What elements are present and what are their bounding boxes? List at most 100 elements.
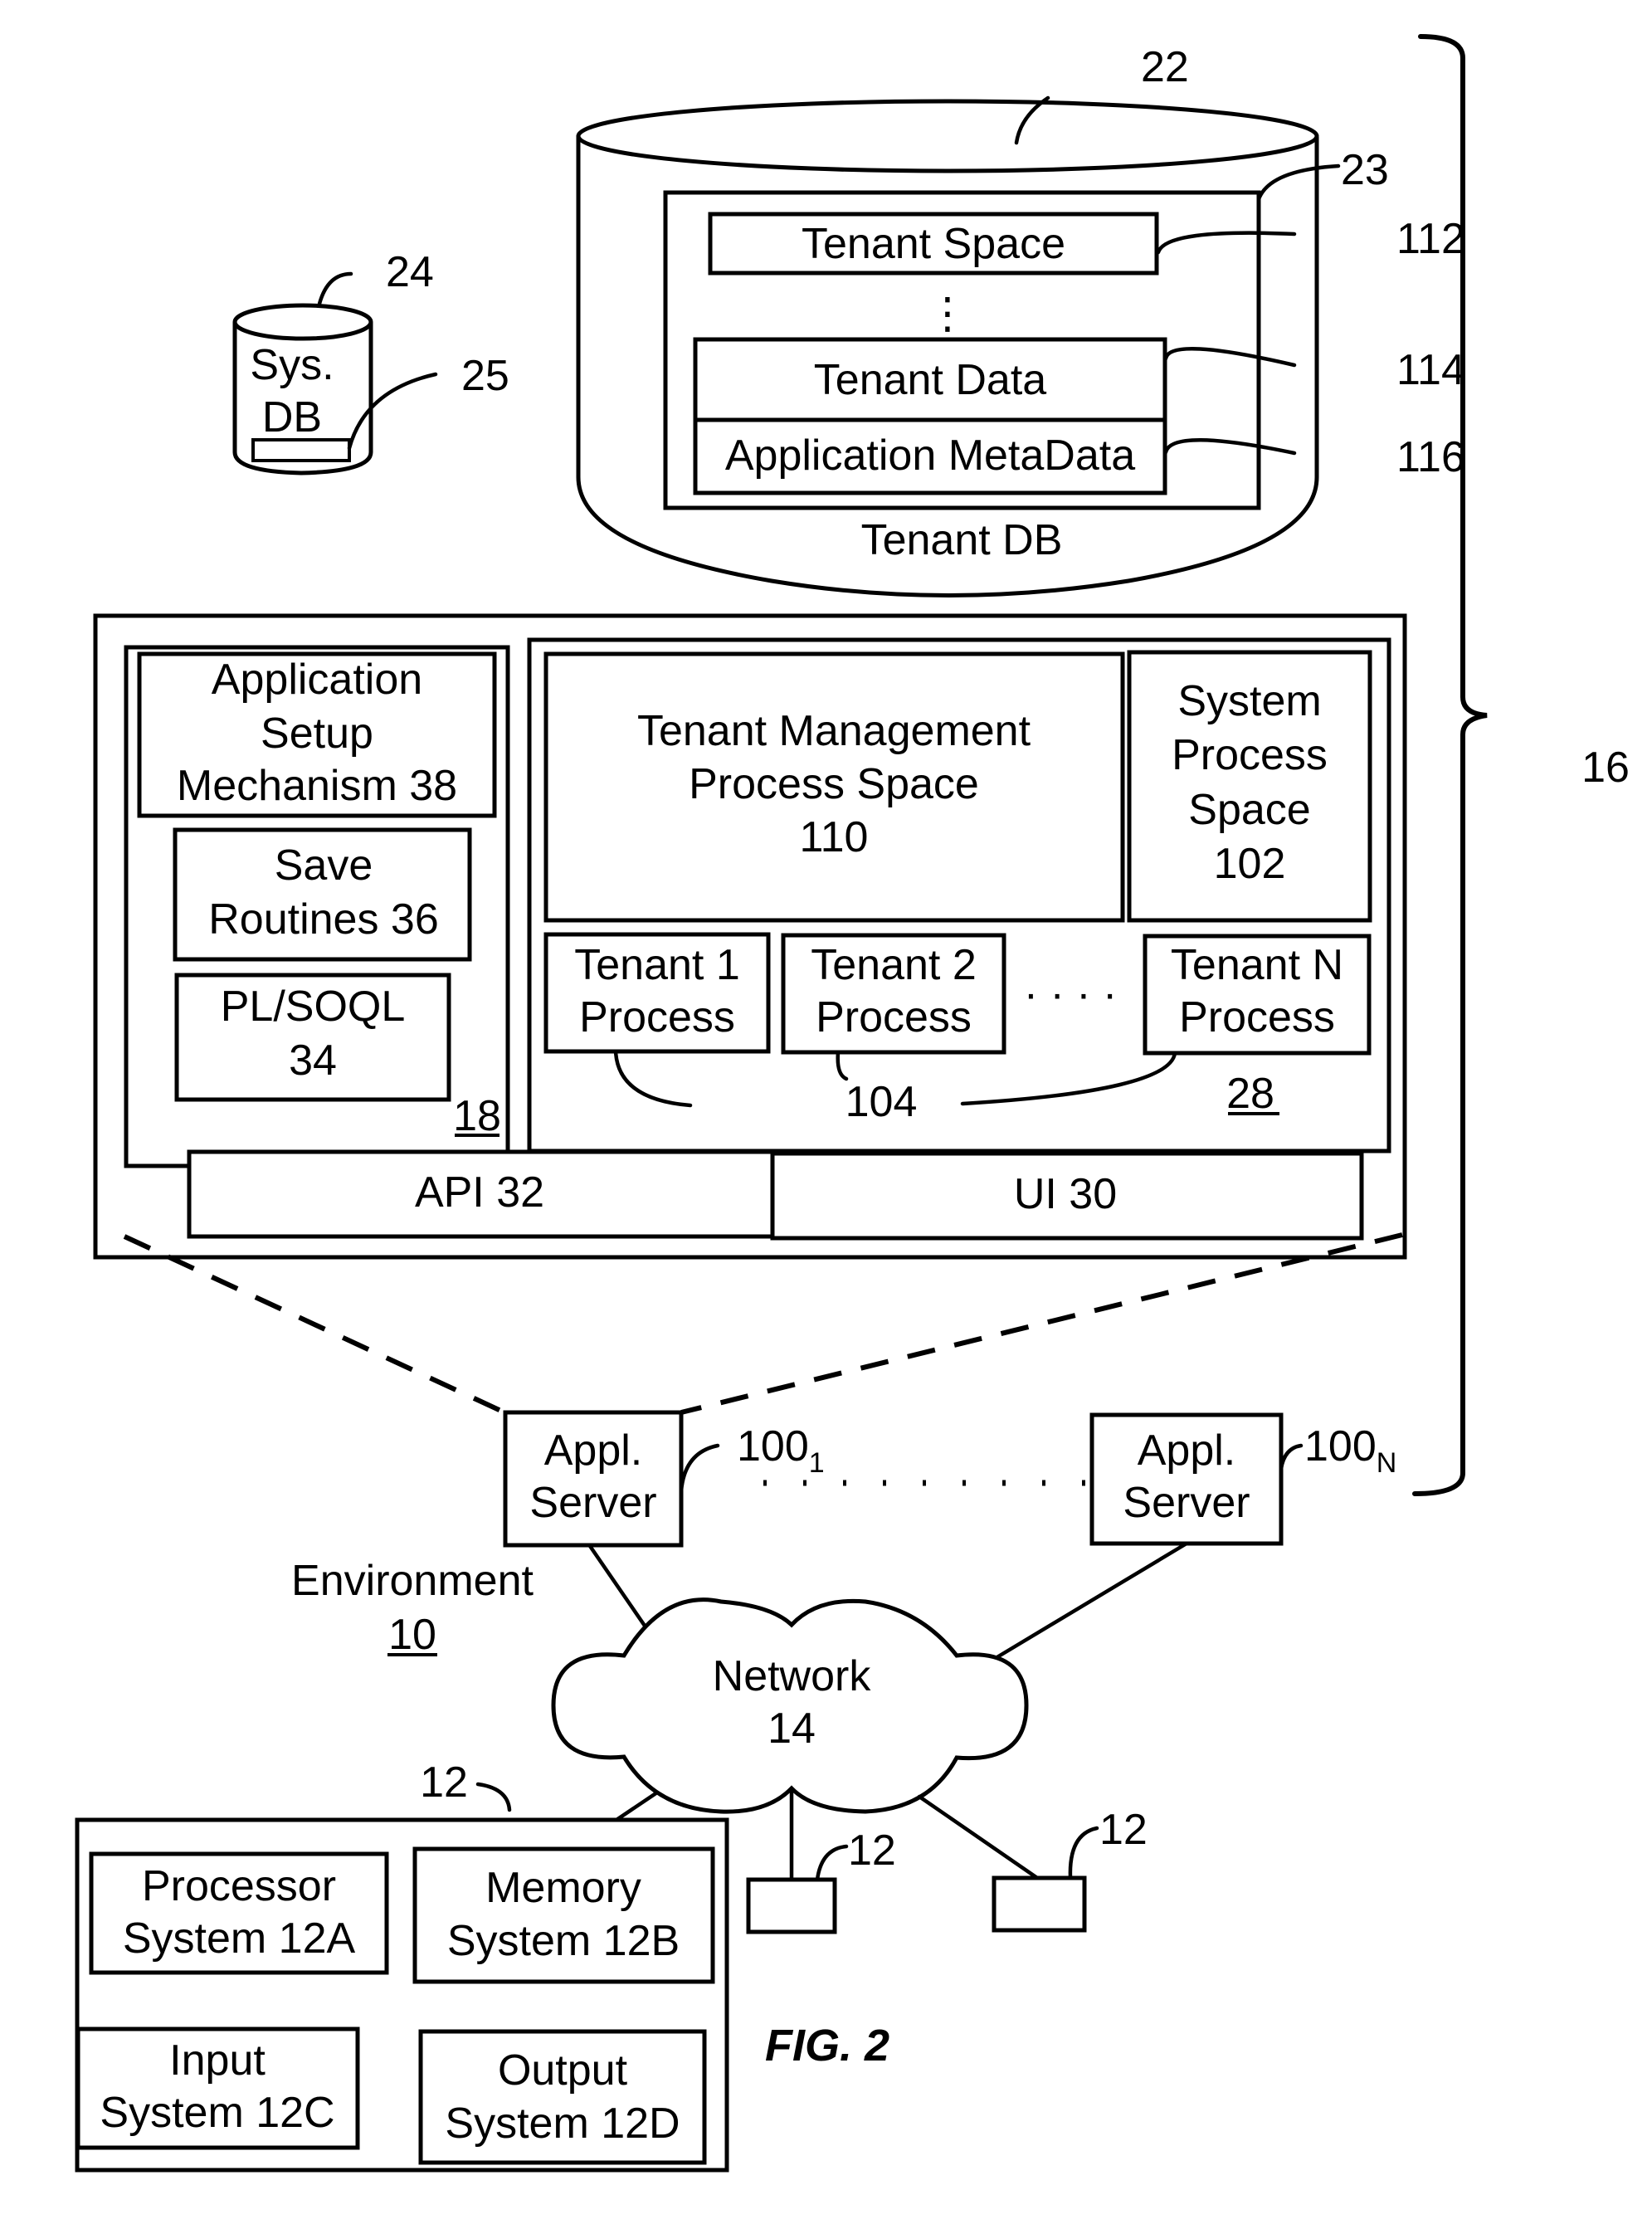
processor-system-line2: System 12A bbox=[123, 1914, 356, 1963]
tenant-management-line3: 110 bbox=[800, 813, 869, 861]
right-panel-ref: 28 bbox=[1226, 1070, 1274, 1118]
user-device-2-ref: 12 bbox=[1099, 1806, 1148, 1854]
detail-dashed-right bbox=[680, 1232, 1403, 1415]
save-routines-line2: Routines 36 bbox=[208, 895, 439, 944]
system-process-space-line1: System bbox=[1177, 677, 1321, 725]
ui[interactable]: UI 30 bbox=[770, 1151, 1364, 1241]
ui-label: UI 30 bbox=[1014, 1170, 1117, 1218]
tenant-space[interactable]: Tenant Space bbox=[708, 212, 1159, 276]
fig2-diagram: 22 23 Tenant Space 112 ⋮ Tenant Data 114… bbox=[75, 34, 1630, 2173]
app-server-n-ref-base: 100 bbox=[1304, 1422, 1377, 1470]
save-routines-line1: Save bbox=[275, 841, 373, 890]
app-setup-mechanism-line1: Application bbox=[212, 656, 422, 704]
memory-system[interactable]: Memory System 12B bbox=[412, 1846, 715, 1984]
tenant-db[interactable]: 22 23 Tenant Space 112 ⋮ Tenant Data 114… bbox=[576, 43, 1465, 597]
right-panel[interactable]: Tenant Management Process Space 110 Syst… bbox=[527, 637, 1391, 1153]
environment-label: Environment bbox=[291, 1557, 534, 1605]
system-db[interactable]: 24 Sys. DB 25 bbox=[232, 248, 509, 476]
link-network-user-system bbox=[612, 1790, 660, 1824]
tenant-process-ref: 104 bbox=[845, 1078, 918, 1126]
tenant-management-line2: Process Space bbox=[689, 760, 979, 808]
tenant-1-process-line2: Process bbox=[579, 993, 735, 1041]
api[interactable]: API 32 bbox=[187, 1149, 775, 1239]
left-panel[interactable]: Application Setup Mechanism 38 Save Rout… bbox=[124, 645, 510, 1168]
user-device-2-ref-leader bbox=[1068, 1826, 1099, 1880]
app-server-1-ref-leader bbox=[679, 1443, 720, 1494]
save-routines[interactable]: Save Routines 36 bbox=[173, 827, 472, 962]
tenant-1-process-line1: Tenant 1 bbox=[574, 941, 740, 989]
app-server-detail: Application Setup Mechanism 38 Save Rout… bbox=[93, 613, 1407, 1260]
link-network-device-2 bbox=[917, 1794, 1042, 1882]
application-metadata-ref: 116 bbox=[1396, 433, 1465, 481]
tenant-db-ref: 22 bbox=[1141, 43, 1189, 91]
tenant-n-process[interactable]: Tenant N Process bbox=[1143, 934, 1372, 1056]
plsoql[interactable]: PL/SOQL 34 bbox=[174, 973, 451, 1102]
system-db-storage-ref: 25 bbox=[461, 352, 509, 400]
user-device-1-ref-leader bbox=[815, 1844, 849, 1882]
api-label: API 32 bbox=[415, 1168, 544, 1217]
link-servern-network bbox=[993, 1541, 1189, 1661]
environment-ref: 10 bbox=[388, 1611, 436, 1659]
output-system-line1: Output bbox=[498, 2046, 628, 2095]
tenant-n-process-line1: Tenant N bbox=[1171, 941, 1343, 989]
tenant-2-process-line2: Process bbox=[816, 993, 972, 1041]
network[interactable]: Network 14 bbox=[551, 1597, 1029, 1814]
tenant-data[interactable]: Tenant Data bbox=[693, 337, 1167, 422]
tenant-2-process[interactable]: Tenant 2 Process bbox=[781, 933, 1006, 1055]
app-server-1[interactable]: Appl. Server 1001 bbox=[503, 1410, 825, 1548]
tenant-space-label: Tenant Space bbox=[802, 220, 1065, 268]
user-device-2[interactable]: 12 bbox=[992, 1806, 1148, 1933]
tenant-management-line1: Tenant Management bbox=[637, 707, 1031, 755]
tenant-storage-ref: 23 bbox=[1341, 146, 1389, 194]
app-server-n-line2: Server bbox=[1123, 1479, 1250, 1527]
figure-title: FIG. 2 bbox=[765, 2021, 889, 2070]
user-device-2-box bbox=[992, 1875, 1087, 1933]
tenant-data-ref: 114 bbox=[1396, 346, 1465, 394]
system-db-label-line2: DB bbox=[262, 393, 322, 441]
network-line1: Network bbox=[713, 1652, 872, 1700]
tenant-data-label: Tenant Data bbox=[814, 356, 1046, 404]
system-process-space[interactable]: System Process Space 102 bbox=[1127, 650, 1372, 923]
application-metadata[interactable]: Application MetaData bbox=[693, 417, 1167, 495]
system-db-ref-leader bbox=[317, 271, 353, 306]
left-panel-ref: 18 bbox=[453, 1092, 501, 1140]
user-device-1-box bbox=[746, 1877, 837, 1934]
app-server-n-ref: 100N bbox=[1304, 1422, 1396, 1479]
user-system[interactable]: 12 Processor System 12A Memory System 12… bbox=[75, 1758, 729, 2173]
tenant-space-ellipsis: ⋮ bbox=[926, 290, 969, 338]
system-process-space-line2: Process bbox=[1172, 731, 1328, 779]
application-metadata-label: Application MetaData bbox=[725, 432, 1135, 480]
app-server-n[interactable]: Appl. Server 100N bbox=[1089, 1412, 1396, 1546]
app-server-1-ref: 1001 bbox=[737, 1422, 825, 1479]
plsoql-line2: 34 bbox=[289, 1036, 337, 1085]
tenant-db-cylinder-top bbox=[576, 99, 1319, 173]
memory-system-line1: Memory bbox=[485, 1864, 641, 1912]
memory-system-line2: System 12B bbox=[447, 1917, 680, 1965]
app-server-n-ref-sub: N bbox=[1377, 1447, 1397, 1479]
app-server-1-line2: Server bbox=[529, 1479, 656, 1527]
processor-system[interactable]: Processor System 12A bbox=[89, 1851, 389, 1975]
system-db-cylinder-top bbox=[232, 303, 373, 341]
processor-system-line1: Processor bbox=[142, 1862, 336, 1910]
app-server-1-ref-sub: 1 bbox=[809, 1447, 825, 1479]
user-system-ref: 12 bbox=[420, 1758, 468, 1807]
tenant-1-process[interactable]: Tenant 1 Process bbox=[543, 932, 771, 1054]
user-device-1[interactable]: 12 bbox=[746, 1827, 896, 1934]
output-system[interactable]: Output System 12D bbox=[418, 2029, 707, 2165]
link-server1-network bbox=[587, 1544, 649, 1631]
system-db-ref: 24 bbox=[386, 248, 434, 296]
tenant-2-process-line1: Tenant 2 bbox=[811, 941, 977, 989]
user-device-1-ref: 12 bbox=[848, 1827, 896, 1875]
plsoql-line1: PL/SOQL bbox=[221, 983, 406, 1031]
app-server-n-line1: Appl. bbox=[1138, 1427, 1236, 1475]
detail-dashed-left bbox=[123, 1234, 506, 1415]
input-system[interactable]: Input System 12C bbox=[76, 2026, 360, 2150]
app-setup-mechanism[interactable]: Application Setup Mechanism 38 bbox=[137, 651, 497, 818]
user-system-ref-leader bbox=[475, 1782, 512, 1812]
tenant-n-process-line2: Process bbox=[1179, 993, 1335, 1041]
tenant-db-label: Tenant DB bbox=[861, 516, 1063, 564]
tenant-management-process-space[interactable]: Tenant Management Process Space 110 bbox=[543, 651, 1125, 923]
system-process-space-line4: 102 bbox=[1214, 840, 1286, 888]
tenant-space-ref: 112 bbox=[1396, 215, 1465, 263]
tenant-process-ellipsis: · · · · bbox=[1024, 970, 1118, 1018]
